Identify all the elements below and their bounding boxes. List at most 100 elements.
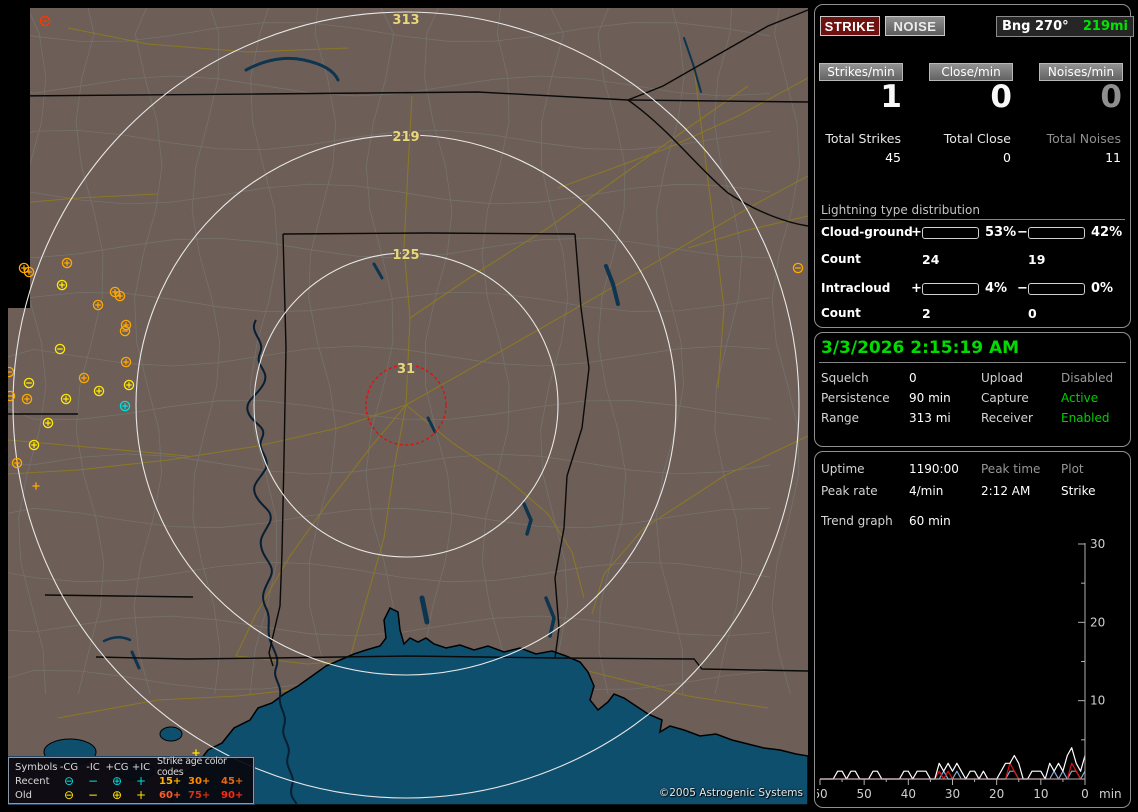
copyright-text: ©2005 Astrogenic Systems <box>658 787 803 799</box>
neg-cg-old-icon: ⊖ <box>63 788 75 802</box>
intracloud-count-row: Count 2 0 <box>815 306 1130 323</box>
legend-col-nic: -IC <box>86 761 100 773</box>
neg-cg-recent-icon: ⊖ <box>63 774 75 788</box>
svg-text:30: 30 <box>945 787 960 801</box>
age-45: 45+ <box>221 775 244 787</box>
ic-negative-count: 0 <box>1028 306 1037 321</box>
close-per-min-value: 0 <box>990 79 1012 115</box>
svg-text:40: 40 <box>901 787 916 801</box>
legend-symbols-header: Symbols <box>15 761 58 773</box>
ring-label-31: 31 <box>397 362 415 377</box>
age-30: 30+ <box>188 775 211 787</box>
range-value: 313 mi <box>909 411 951 425</box>
status-row: Range 313 mi Receiver Enabled <box>815 411 1130 429</box>
peak-rate-label: Peak rate <box>821 484 878 498</box>
ic-positive-count: 2 <box>922 306 931 321</box>
pos-cg-old-icon: ⊕ <box>111 788 123 802</box>
count-label: Count <box>821 306 861 320</box>
svg-text:0: 0 <box>1081 787 1089 801</box>
ring-label-219: 219 <box>392 130 419 145</box>
squelch-value: 0 <box>909 371 917 385</box>
svg-text:min: min <box>1099 787 1122 801</box>
ring-label-313: 313 <box>392 13 419 28</box>
trend-graph-label: Trend graph <box>821 514 893 528</box>
trend-ticks <box>819 543 1086 785</box>
cg-negative-bar <box>1028 227 1085 239</box>
svg-text:50: 50 <box>857 787 872 801</box>
age-60: 60+ <box>159 789 182 801</box>
cg-negative-pct: 42% <box>1091 225 1123 240</box>
plot-header: Plot <box>1061 462 1084 476</box>
map-legend: Symbols -CG -IC +CG +IC Strike age color… <box>8 756 254 804</box>
strikes-column: Strikes/min 1 Total Strikes 45 <box>819 5 903 170</box>
ic-negative-bar <box>1028 283 1085 295</box>
lightning-map[interactable]: 313 219 125 31 Symbols -CG -IC +CG +IC S… <box>8 8 808 805</box>
svg-text:10: 10 <box>1090 694 1105 708</box>
svg-text:20: 20 <box>989 787 1004 801</box>
persistence-value: 90 min <box>909 391 951 405</box>
upload-label: Upload <box>981 371 1024 385</box>
pos-ic-recent-icon: + <box>135 774 147 788</box>
close-column: Close/min 0 Total Close 0 <box>929 5 1013 170</box>
peak-rate-value: 4/min <box>909 484 944 498</box>
stats-panel: STRIKE NOISE Bng 270° 219mi Strikes/min … <box>812 0 1138 812</box>
strikes-per-min-value: 1 <box>880 79 902 115</box>
intracloud-label: Intracloud <box>821 281 891 295</box>
plus-sign: + <box>911 281 922 296</box>
cloud-ground-count-row: Count 24 19 <box>815 252 1130 269</box>
trend-graph: 60 50 40 30 20 10 0 10 20 30 min <box>817 537 1122 801</box>
legend-old-row: Old ⊖ − ⊕ + 60+ 75+ 90+ <box>9 788 253 802</box>
legend-col-pic: +IC <box>131 761 151 773</box>
receiver-label: Receiver <box>981 411 1033 425</box>
svg-text:10: 10 <box>1033 787 1048 801</box>
datetime-display: 3/3/2026 2:15:19 AM <box>821 338 1020 358</box>
noises-column: Noises/min 0 Total Noises 11 <box>1039 5 1123 170</box>
cg-negative-count: 19 <box>1028 252 1046 267</box>
uptime-label: Uptime <box>821 462 865 476</box>
minus-sign: − <box>1017 225 1028 240</box>
status-row: Squelch 0 Upload Disabled <box>815 371 1130 389</box>
minus-sign: − <box>1017 281 1028 296</box>
ic-negative-pct: 0% <box>1091 281 1114 296</box>
plot-value: Strike <box>1061 484 1096 498</box>
datetime-divider <box>819 362 1126 363</box>
count-label: Count <box>821 252 861 266</box>
total-close-value: 0 <box>1003 150 1011 165</box>
legend-old-label: Old <box>15 789 32 801</box>
persistence-label: Persistence <box>821 391 890 405</box>
cloud-ground-label: Cloud-ground <box>821 225 913 239</box>
peak-time-value: 2:12 AM <box>981 484 1031 498</box>
ic-positive-pct: 4% <box>985 281 1008 296</box>
receiver-status: Enabled <box>1061 411 1110 425</box>
plus-sign: + <box>911 225 922 240</box>
trend-graph-row: Trend graph 60 min <box>815 514 1130 532</box>
pos-ic-old-icon: + <box>135 788 147 802</box>
total-strikes-label: Total Strikes <box>825 131 901 146</box>
status-row: Persistence 90 min Capture Active <box>815 391 1130 409</box>
legend-col-pcg: +CG <box>105 761 129 773</box>
ring-label-125: 125 <box>392 248 419 263</box>
capture-label: Capture <box>981 391 1029 405</box>
strike-stats-box: STRIKE NOISE Bng 270° 219mi Strikes/min … <box>814 4 1134 328</box>
svg-text:20: 20 <box>1090 615 1105 629</box>
upload-status: Disabled <box>1061 371 1114 385</box>
pos-cg-recent-icon: ⊕ <box>111 774 123 788</box>
legend-col-ncg: -CG <box>59 761 79 773</box>
total-strikes-value: 45 <box>885 150 901 165</box>
neg-ic-old-icon: − <box>87 788 99 802</box>
distribution-divider <box>820 219 1125 220</box>
trend-graph-period: 60 min <box>909 514 951 528</box>
svg-text:60: 60 <box>817 787 828 801</box>
age-75: 75+ <box>188 789 211 801</box>
legend-recent-row: Recent ⊖ − ⊕ + 15+ 30+ 45+ <box>9 774 253 788</box>
cg-positive-pct: 53% <box>985 225 1017 240</box>
map-edge-void <box>8 8 30 308</box>
trend-axes <box>820 543 1086 780</box>
cloud-ground-row: Cloud-ground + 53% − 42% <box>815 225 1130 242</box>
legend-recent-label: Recent <box>15 775 50 787</box>
uptime-row: Uptime 1190:00 Peak time Plot <box>815 462 1130 480</box>
legend-header-row: Symbols -CG -IC +CG +IC Strike age color… <box>9 756 253 778</box>
svg-text:30: 30 <box>1090 537 1105 551</box>
ic-positive-bar <box>922 283 979 295</box>
range-label: Range <box>821 411 860 425</box>
